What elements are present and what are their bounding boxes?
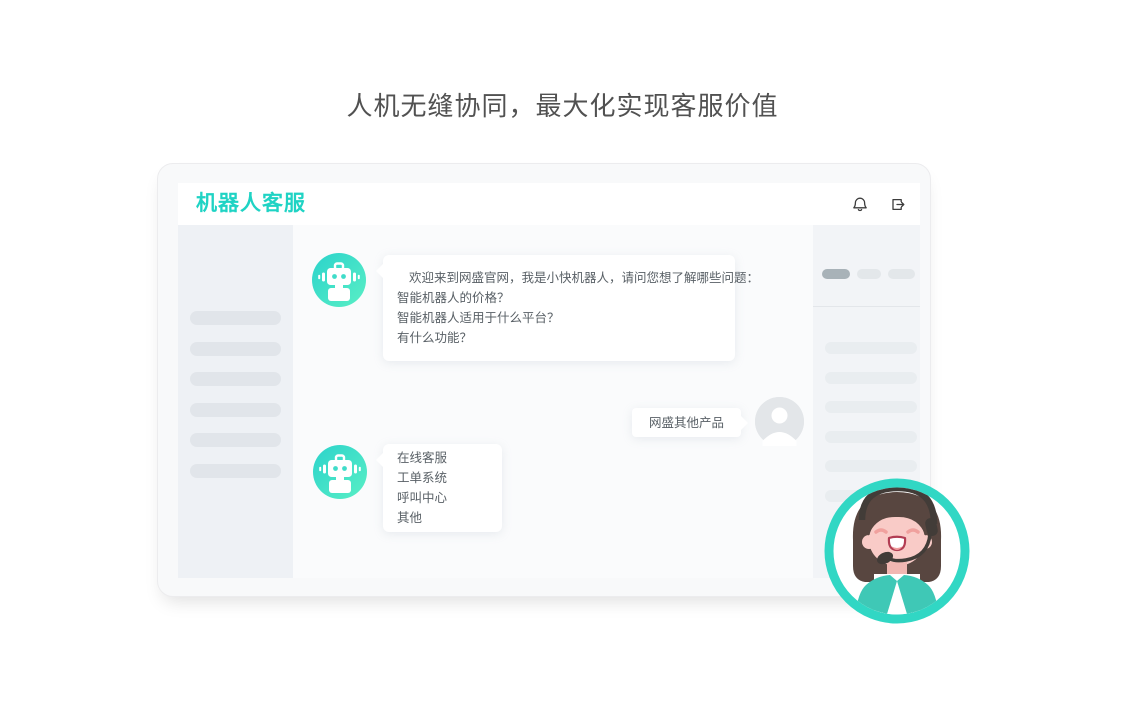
app-title: 机器人客服 [196,183,306,225]
bot-message-bubble: 欢迎来到网盛官网，我是小快机器人，请问您想了解哪些问题： 智能机器人的价格？ 智… [383,255,735,361]
placeholder-bar [190,464,281,478]
bot-menu-bubble: 在线客服 工单系统 呼叫中心 其他 [383,444,502,532]
placeholder-bar [190,403,281,417]
bubble-tail [376,263,384,279]
chat-window-inner: 机器人客服 [178,183,920,578]
placeholder-bar [190,311,281,325]
placeholder-bar [825,460,917,472]
bot-welcome-text: 欢迎来到网盛官网，我是小快机器人，请问您想了解哪些问题： [397,268,721,288]
placeholder-bar [190,372,281,386]
chat-window-header: 机器人客服 [178,183,920,225]
left-sidebar [178,225,293,578]
tab-placeholder [857,269,881,279]
bubble-tail [740,415,748,431]
chat-window-card: 机器人客服 [157,163,931,597]
tab-placeholder-active [822,269,850,279]
bubble-tail [376,452,384,468]
placeholder-bar [825,342,917,354]
page-title: 人机无缝协同，最大化实现客服价值 [0,86,1125,123]
robot-avatar-icon [312,253,366,307]
bot-option-price[interactable]: 智能机器人的价格？ [397,288,721,308]
user-message-text: 网盛其他产品 [649,413,724,433]
bot-option-platform[interactable]: 智能机器人适用于什么平台？ [397,308,721,328]
placeholder-bar [825,401,917,413]
customer-service-agent-illustration [824,478,970,624]
sidebar-tab-placeholders [822,269,915,279]
chat-window-body: 欢迎来到网盛官网，我是小快机器人，请问您想了解哪些问题： 智能机器人的价格？ 智… [178,225,920,578]
placeholder-bar [190,433,281,447]
logout-icon[interactable] [890,196,906,213]
robot-avatar-icon [313,445,367,499]
divider [813,306,920,307]
menu-option-ticket-system[interactable]: 工单系统 [397,468,488,488]
tab-placeholder [888,269,915,279]
placeholder-bar [825,431,917,443]
user-avatar-icon [755,397,804,446]
bot-option-features[interactable]: 有什么功能？ [397,328,721,348]
header-icons [852,196,906,213]
chat-area: 欢迎来到网盛官网，我是小快机器人，请问您想了解哪些问题： 智能机器人的价格？ 智… [293,225,813,578]
bell-icon[interactable] [852,196,868,213]
user-message-bubble: 网盛其他产品 [632,408,741,437]
menu-option-other[interactable]: 其他 [397,508,488,528]
placeholder-bar [825,372,917,384]
placeholder-bar [190,342,281,356]
menu-option-online-service[interactable]: 在线客服 [397,448,488,468]
landing-page: 人机无缝协同，最大化实现客服价值 机器人客服 [0,0,1125,721]
menu-option-call-center[interactable]: 呼叫中心 [397,488,488,508]
